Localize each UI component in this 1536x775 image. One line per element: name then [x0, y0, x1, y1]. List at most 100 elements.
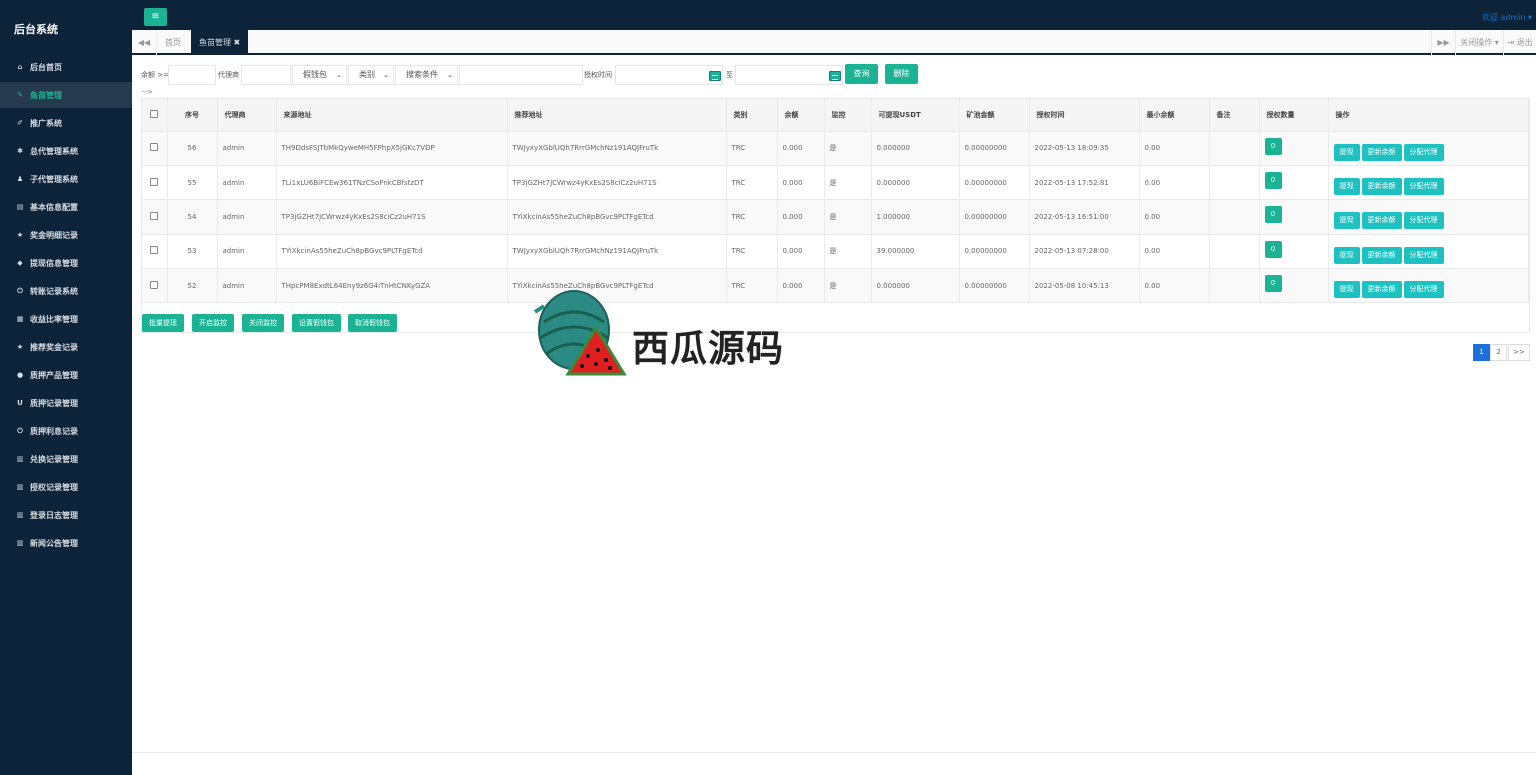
- auth-count-badge[interactable]: 0: [1264, 137, 1282, 155]
- balance-min-input[interactable]: [168, 65, 216, 85]
- header-type[interactable]: 类别: [726, 99, 778, 132]
- type-select[interactable]: 类别 ⌄: [348, 65, 394, 85]
- power-icon: ⏻: [17, 286, 23, 295]
- assign-agent-button[interactable]: 分配代理: [1403, 212, 1444, 230]
- header-agent[interactable]: 代理商: [217, 99, 277, 132]
- cell-agent: admin: [217, 234, 277, 270]
- assign-agent-button[interactable]: 分配代理: [1403, 246, 1444, 264]
- update-balance-button[interactable]: 更新余额: [1361, 143, 1402, 161]
- withdraw-button[interactable]: 提现: [1333, 143, 1360, 161]
- withdraw-button[interactable]: 提现: [1333, 246, 1360, 264]
- delete-button[interactable]: 删除: [885, 64, 918, 84]
- header-source-address[interactable]: 来源地址: [276, 99, 508, 132]
- sidebar-item-2[interactable]: ✐ 推广系统: [0, 110, 132, 136]
- search-condition-select[interactable]: 搜索条件 ⌄: [395, 65, 458, 85]
- header-note[interactable]: 备注: [1209, 99, 1260, 132]
- query-button[interactable]: 查询: [845, 64, 878, 84]
- header-withdrawable-usdt[interactable]: 可提现USDT: [871, 99, 960, 132]
- sidebar-item-16[interactable]: ▥ 登录日志管理: [0, 502, 132, 528]
- sidebar-item-0[interactable]: ⌂ 后台首页: [0, 54, 132, 80]
- sidebar-item-1[interactable]: ✎ 鱼苗管理: [0, 82, 132, 108]
- cell-agent: admin: [217, 165, 277, 201]
- calendar-icon[interactable]: [829, 71, 841, 81]
- sidebar-item-17[interactable]: ▥ 新闻公告管理: [0, 530, 132, 556]
- sidebar-item-8[interactable]: ⏻ 转账记录系统: [0, 278, 132, 304]
- calendar-icon[interactable]: [709, 71, 721, 81]
- row-select-cell: [142, 268, 168, 304]
- sidebar-item-4[interactable]: ♟ 子代管理系统: [0, 166, 132, 192]
- auth-time-start-input[interactable]: [615, 65, 723, 85]
- update-balance-button[interactable]: 更新余额: [1361, 246, 1402, 264]
- header-min-balance[interactable]: 最小余额: [1139, 99, 1210, 132]
- assign-agent-button[interactable]: 分配代理: [1403, 178, 1444, 196]
- sidebar-item-3[interactable]: ✱ 总代管理系统: [0, 138, 132, 164]
- cell-monitor: 是: [824, 131, 872, 166]
- page-2-button[interactable]: 2: [1490, 344, 1507, 361]
- set-fake-wallet-button[interactable]: 设置假钱包: [292, 314, 341, 332]
- wallet-select[interactable]: 假钱包 ⌄: [292, 65, 347, 85]
- header-auth-count[interactable]: 授权数量: [1259, 99, 1329, 132]
- header-pool-amount[interactable]: 矿池金额: [959, 99, 1030, 132]
- row-checkbox[interactable]: [150, 246, 159, 255]
- auth-count-badge[interactable]: 0: [1264, 240, 1282, 258]
- tab-scroll-right-button[interactable]: ▶▶: [1431, 30, 1455, 55]
- row-checkbox[interactable]: [150, 143, 159, 152]
- auth-count-badge[interactable]: 0: [1264, 275, 1282, 293]
- sidebar-item-9[interactable]: ▦ 收益比率管理: [0, 306, 132, 332]
- header-balance[interactable]: 余额: [777, 99, 825, 132]
- header-monitor[interactable]: 监控: [824, 99, 872, 132]
- close-operations-dropdown[interactable]: 关闭操作 ▾: [1455, 30, 1503, 55]
- assign-agent-button[interactable]: 分配代理: [1403, 143, 1444, 161]
- auth-count-badge[interactable]: 0: [1264, 172, 1282, 190]
- update-balance-button[interactable]: 更新余额: [1361, 178, 1402, 196]
- cell-auth-count: 0: [1259, 165, 1329, 201]
- search-keyword-input[interactable]: [459, 65, 583, 85]
- select-all-checkbox[interactable]: [150, 109, 159, 118]
- sidebar-item-15[interactable]: ▥ 授权记录管理: [0, 474, 132, 500]
- cancel-fake-wallet-button[interactable]: 取消假钱包: [348, 314, 397, 332]
- sidebar-item-7[interactable]: ◆ 提现信息管理: [0, 250, 132, 276]
- menu-toggle-button[interactable]: ≡: [144, 8, 167, 26]
- cell-agent: admin: [217, 199, 277, 235]
- sidebar-item-14[interactable]: ▥ 兑换记录管理: [0, 446, 132, 472]
- header-id[interactable]: 序号: [167, 99, 218, 132]
- update-balance-button[interactable]: 更新余额: [1361, 281, 1402, 299]
- cell-id: 54: [167, 199, 218, 235]
- next-page-button[interactable]: >>: [1508, 344, 1530, 361]
- row-checkbox[interactable]: [150, 177, 159, 186]
- sidebar-item-13[interactable]: ⏻ 质押利息记录: [0, 418, 132, 444]
- sidebar-item-11[interactable]: ● 质押产品管理: [0, 362, 132, 388]
- sidebar-item-5[interactable]: ▤ 基本信息配置: [0, 194, 132, 220]
- sidebar-item-6[interactable]: ★ 奖金明细记录: [0, 222, 132, 248]
- bulk-withdraw-button[interactable]: 批量提现: [142, 314, 184, 332]
- withdraw-button[interactable]: 提现: [1333, 212, 1360, 230]
- row-checkbox[interactable]: [150, 280, 159, 289]
- tab-fish-management[interactable]: 鱼苗管理 ✖: [191, 30, 249, 55]
- header-auth-time[interactable]: 授权时间: [1029, 99, 1140, 132]
- logout-button[interactable]: ⇥ 退出: [1503, 30, 1536, 55]
- asterisk-icon: ✱: [17, 147, 23, 155]
- tab-home[interactable]: 首页: [157, 30, 189, 55]
- cell-time: 2022-05-13 17:52:81: [1029, 165, 1140, 201]
- assign-agent-button[interactable]: 分配代理: [1403, 281, 1444, 299]
- withdraw-button[interactable]: 提现: [1333, 178, 1360, 196]
- user-welcome-menu[interactable]: 欢迎 admin ▾: [1482, 12, 1532, 23]
- file-icon: ▤: [16, 203, 24, 211]
- withdraw-button[interactable]: 提现: [1333, 281, 1360, 299]
- update-balance-button[interactable]: 更新余额: [1361, 212, 1402, 230]
- cell-actions: 提现 更新余额 分配代理: [1328, 131, 1529, 166]
- disable-monitor-button[interactable]: 关闭监控: [242, 314, 284, 332]
- sidebar-item-label: 质押利息记录: [30, 426, 78, 436]
- cell-source: TH9DdsFSJTbMkQyweMH5FPhpX5jGKc7VDP: [276, 131, 508, 166]
- auth-count-badge[interactable]: 0: [1264, 206, 1282, 224]
- sidebar-item-10[interactable]: ★ 推荐奖金记录: [0, 334, 132, 360]
- header-referrer-address[interactable]: 推荐地址: [507, 99, 727, 132]
- sidebar-item-12[interactable]: U 质押记录管理: [0, 390, 132, 416]
- row-checkbox[interactable]: [150, 211, 159, 220]
- auth-time-end-input[interactable]: [735, 65, 843, 85]
- enable-monitor-button[interactable]: 开启监控: [192, 314, 234, 332]
- agent-input[interactable]: [241, 65, 291, 85]
- cell-type: TRC: [726, 165, 778, 201]
- tab-scroll-left-button[interactable]: ◀◀: [132, 30, 157, 55]
- page-1-button[interactable]: 1: [1473, 344, 1490, 361]
